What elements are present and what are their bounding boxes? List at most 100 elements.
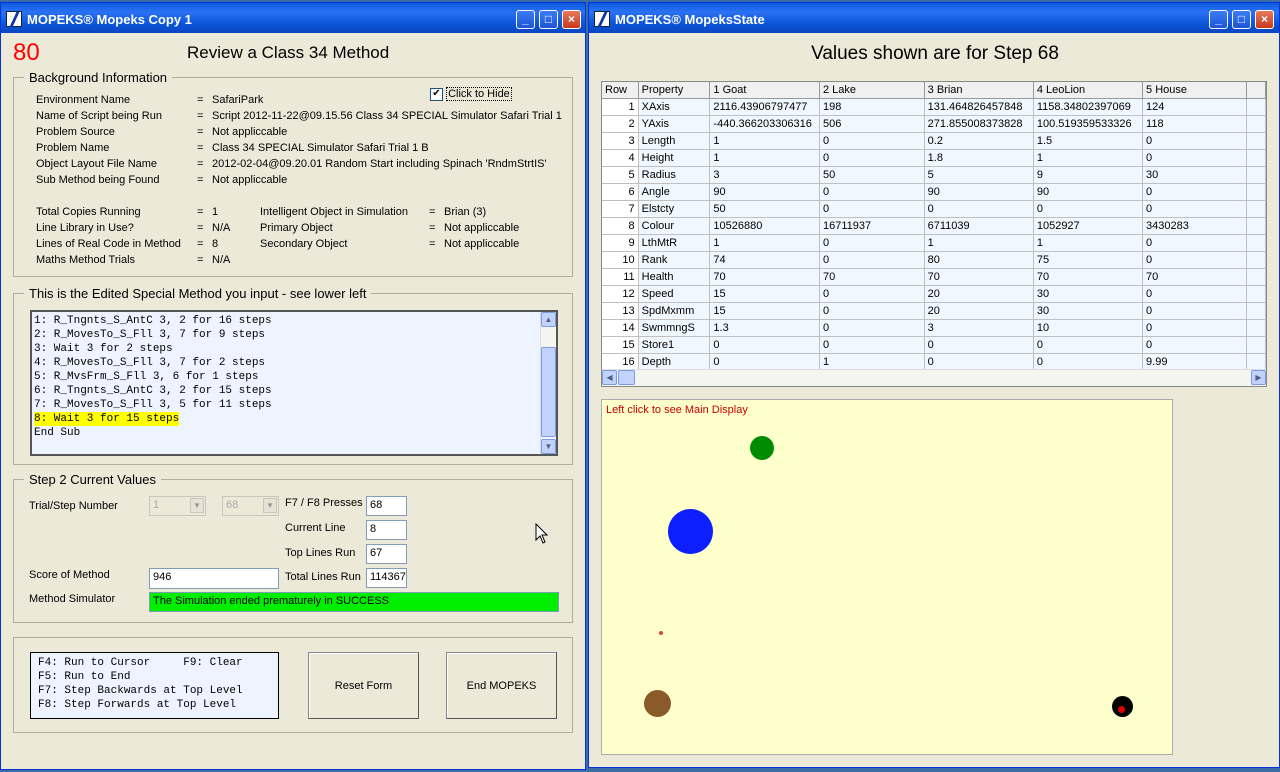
column-header[interactable]: Property — [638, 82, 711, 99]
property-cell[interactable]: Angle — [638, 183, 711, 201]
value-cell[interactable]: 70 — [819, 268, 925, 286]
value-cell[interactable]: 0 — [819, 251, 925, 269]
value-cell[interactable]: 0 — [924, 353, 1034, 371]
value-cell[interactable]: 0 — [819, 183, 925, 201]
table-row[interactable]: 15 Store1 0 0 0 0 0 — [602, 336, 1266, 354]
value-cell[interactable]: 1 — [709, 149, 820, 167]
value-cell[interactable]: 0 — [1142, 319, 1248, 337]
table-row[interactable]: 16 Depth 0 1 0 0 9.99 — [602, 353, 1266, 371]
value-cell[interactable]: 0 — [924, 200, 1034, 218]
value-cell[interactable]: 1 — [709, 234, 820, 252]
scroll-up-icon[interactable]: ▲ — [541, 312, 556, 327]
table-row[interactable]: 9 LthMtR 1 0 1 1 0 — [602, 234, 1266, 252]
value-cell[interactable]: 0 — [819, 234, 925, 252]
value-cell[interactable]: 70 — [924, 268, 1034, 286]
value-cell[interactable]: 0 — [1142, 183, 1248, 201]
value-cell[interactable]: 0 — [819, 336, 925, 354]
row-number[interactable]: 14 — [602, 319, 639, 337]
step-select[interactable]: 68 ▼ — [222, 496, 279, 516]
row-number[interactable]: 11 — [602, 268, 639, 286]
row-number[interactable]: 1 — [602, 98, 639, 116]
property-cell[interactable]: XAxis — [638, 98, 711, 116]
value-cell[interactable]: 0 — [819, 132, 925, 150]
table-row[interactable]: 11 Health 70 70 70 70 70 — [602, 268, 1266, 286]
close-button[interactable]: × — [562, 10, 581, 29]
value-cell[interactable]: 1 — [709, 132, 820, 150]
checkbox-icon[interactable]: ✔ — [430, 88, 443, 101]
score-field[interactable]: 946 — [149, 568, 279, 589]
value-cell[interactable]: 30 — [1033, 285, 1144, 303]
value-cell[interactable]: 0 — [1142, 302, 1248, 320]
value-cell[interactable]: 30 — [1033, 302, 1144, 320]
maximize-button[interactable]: □ — [1232, 10, 1251, 29]
value-cell[interactable]: 3 — [709, 166, 820, 184]
value-cell[interactable]: -440.366203306316 — [709, 115, 820, 133]
value-cell[interactable]: 198 — [819, 98, 925, 116]
value-cell[interactable]: 118 — [1142, 115, 1248, 133]
property-cell[interactable]: Health — [638, 268, 711, 286]
value-cell[interactable]: 1 — [819, 353, 925, 371]
table-row[interactable]: 8 Colour 10526880 16711937 6711039 1052927 343… — [602, 217, 1266, 235]
chevron-down-icon[interactable]: ▼ — [190, 498, 204, 513]
code-line[interactable]: 4: R_MovesTo_S_Fll 3, 7 for 2 steps — [34, 356, 272, 370]
right-titlebar[interactable]: MOPEKS® MopeksState _ □ × — [589, 3, 1279, 33]
property-cell[interactable]: YAxis — [638, 115, 711, 133]
value-cell[interactable]: 0 — [1033, 200, 1144, 218]
value-cell[interactable]: 9.99 — [1142, 353, 1248, 371]
top-lines-field[interactable]: 67 — [366, 544, 407, 564]
value-cell[interactable]: 15 — [709, 302, 820, 320]
value-cell[interactable]: 506 — [819, 115, 925, 133]
value-cell[interactable]: 10 — [1033, 319, 1144, 337]
column-header[interactable]: 3 Brian — [924, 82, 1034, 99]
value-cell[interactable]: 0 — [1142, 336, 1248, 354]
h-scroll-thumb[interactable] — [618, 370, 635, 385]
scroll-left-icon[interactable]: ◀ — [602, 370, 617, 385]
code-line[interactable]: 1: R_Tngnts_S_AntC 3, 2 for 16 steps — [34, 314, 272, 328]
value-cell[interactable]: 70 — [709, 268, 820, 286]
end-mopeks-button[interactable]: End MOPEKS — [446, 652, 557, 719]
value-cell[interactable]: 70 — [1033, 268, 1144, 286]
code-line[interactable]: 7: R_MovesTo_S_Fll 3, 5 for 11 steps — [34, 398, 272, 412]
scroll-down-icon[interactable]: ▼ — [541, 439, 556, 454]
code-scrollbar[interactable]: ▲ ▼ — [540, 312, 556, 454]
scroll-right-icon[interactable]: ▶ — [1251, 370, 1266, 385]
table-row[interactable]: 5 Radius 3 50 5 9 30 — [602, 166, 1266, 184]
table-row[interactable]: 2 YAxis -440.366203306316 506 271.8550083738… — [602, 115, 1266, 133]
left-titlebar[interactable]: MOPEKS® Mopeks Copy 1 _ □ × — [1, 3, 585, 33]
grid-hscrollbar[interactable]: ◀ ▶ — [602, 369, 1266, 386]
code-line[interactable]: 2: R_MovesTo_S_Fll 3, 7 for 9 steps — [34, 328, 272, 342]
value-cell[interactable]: 16711937 — [819, 217, 925, 235]
value-cell[interactable]: 90 — [924, 183, 1034, 201]
value-cell[interactable]: 9 — [1033, 166, 1144, 184]
column-header[interactable]: 4 LeoLion — [1033, 82, 1144, 99]
value-cell[interactable]: 1.8 — [924, 149, 1034, 167]
value-cell[interactable]: 1.3 — [709, 319, 820, 337]
column-header[interactable]: 1 Goat — [709, 82, 820, 99]
value-cell[interactable]: 90 — [709, 183, 820, 201]
value-cell[interactable]: 15 — [709, 285, 820, 303]
value-cell[interactable]: 0 — [1033, 336, 1144, 354]
row-number[interactable]: 2 — [602, 115, 639, 133]
property-cell[interactable]: Store1 — [638, 336, 711, 354]
value-cell[interactable]: 0 — [709, 336, 820, 354]
table-row[interactable]: 3 Length 1 0 0.2 1.5 0 — [602, 132, 1266, 150]
value-cell[interactable]: 0.2 — [924, 132, 1034, 150]
value-cell[interactable]: 131.464826457848 — [924, 98, 1034, 116]
property-cell[interactable]: Height — [638, 149, 711, 167]
value-cell[interactable]: 3 — [924, 319, 1034, 337]
value-cell[interactable]: 1052927 — [1033, 217, 1144, 235]
value-cell[interactable]: 124 — [1142, 98, 1248, 116]
code-line[interactable]: 8: Wait 3 for 15 steps — [34, 412, 180, 426]
value-cell[interactable]: 50 — [709, 200, 820, 218]
property-cell[interactable]: SpdMxmm — [638, 302, 711, 320]
property-cell[interactable]: Rank — [638, 251, 711, 269]
reset-form-button[interactable]: Reset Form — [308, 652, 419, 719]
maximize-button[interactable]: □ — [539, 10, 558, 29]
value-cell[interactable]: 10526880 — [709, 217, 820, 235]
value-cell[interactable]: 70 — [1142, 268, 1248, 286]
table-row[interactable]: 10 Rank 74 0 80 75 0 — [602, 251, 1266, 269]
end-sub-line[interactable]: End Sub — [34, 426, 272, 440]
value-cell[interactable]: 30 — [1142, 166, 1248, 184]
value-cell[interactable]: 0 — [819, 319, 925, 337]
value-cell[interactable]: 0 — [1033, 353, 1144, 371]
